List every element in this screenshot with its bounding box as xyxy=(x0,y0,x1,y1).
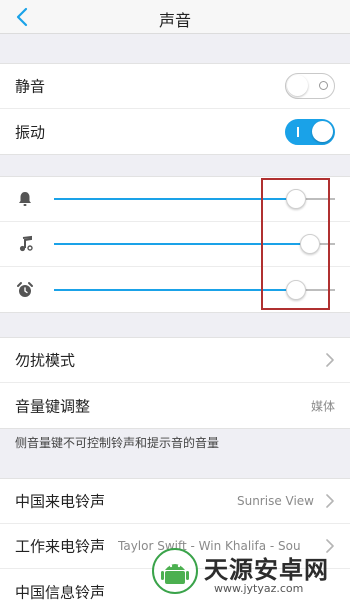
chevron-right-icon xyxy=(326,353,334,367)
site-watermark: 天源安卓网 www.jytyaz.com xyxy=(152,546,350,601)
alarm-volume-thumb[interactable] xyxy=(285,279,306,300)
off-mark-icon xyxy=(319,81,328,90)
media-volume-thumb[interactable] xyxy=(299,234,320,254)
vibrate-row: 振动 xyxy=(0,109,350,154)
china-message-ringtone-label: 中国信息铃声 xyxy=(15,583,106,601)
volume-key-label: 音量键调整 xyxy=(15,397,91,415)
dnd-label: 勿扰模式 xyxy=(15,351,76,370)
vibrate-toggle[interactable] xyxy=(285,118,335,145)
bell-icon xyxy=(19,192,31,206)
volume-group xyxy=(0,176,350,313)
toggle-group: 静音 振动 xyxy=(0,63,350,155)
volume-key-value: 媒体 xyxy=(310,399,335,413)
watermark-url: www.jytyaz.com xyxy=(214,582,304,595)
ringer-volume-row xyxy=(0,177,350,222)
nav-bar: 声音 xyxy=(0,0,350,34)
china-call-ringtone-row[interactable]: 中国来电铃声 Sunrise View xyxy=(0,479,350,524)
media-volume-slider[interactable] xyxy=(54,234,335,254)
vibrate-label: 振动 xyxy=(15,123,46,141)
on-mark-icon xyxy=(297,126,299,137)
china-call-ringtone-value: Sunrise View xyxy=(236,494,314,508)
ringer-volume-thumb[interactable] xyxy=(285,189,306,209)
toggle-knob xyxy=(287,75,308,96)
silent-row: 静音 xyxy=(0,64,350,109)
alarm-volume-fill xyxy=(54,288,296,291)
chevron-right-icon xyxy=(326,494,334,508)
silent-toggle[interactable] xyxy=(285,73,335,99)
mode-group: 勿扰模式 音量键调整 媒体 xyxy=(0,337,350,429)
toggle-knob xyxy=(312,120,333,142)
work-call-ringtone-label: 工作来电铃声 xyxy=(15,537,106,556)
watermark-title: 天源安卓网 xyxy=(204,556,329,584)
alarm-volume-slider[interactable] xyxy=(54,279,335,300)
volume-key-note: 侧音量键不可控制铃声和提示音的音量 xyxy=(15,436,220,450)
alarm-volume-row xyxy=(0,267,350,312)
dnd-row[interactable]: 勿扰模式 xyxy=(0,338,350,383)
page-title: 声音 xyxy=(158,11,191,30)
music-note-icon xyxy=(19,235,33,252)
android-robot-logo-icon xyxy=(152,548,198,594)
alarm-clock-icon xyxy=(17,281,33,297)
volume-key-row[interactable]: 音量键调整 媒体 xyxy=(0,383,350,428)
ringer-volume-fill xyxy=(54,198,296,200)
ringer-volume-slider[interactable] xyxy=(54,189,335,209)
media-volume-row xyxy=(0,222,350,267)
media-volume-fill xyxy=(54,243,310,245)
silent-label: 静音 xyxy=(15,77,46,96)
china-call-ringtone-label: 中国来电铃声 xyxy=(15,492,106,511)
